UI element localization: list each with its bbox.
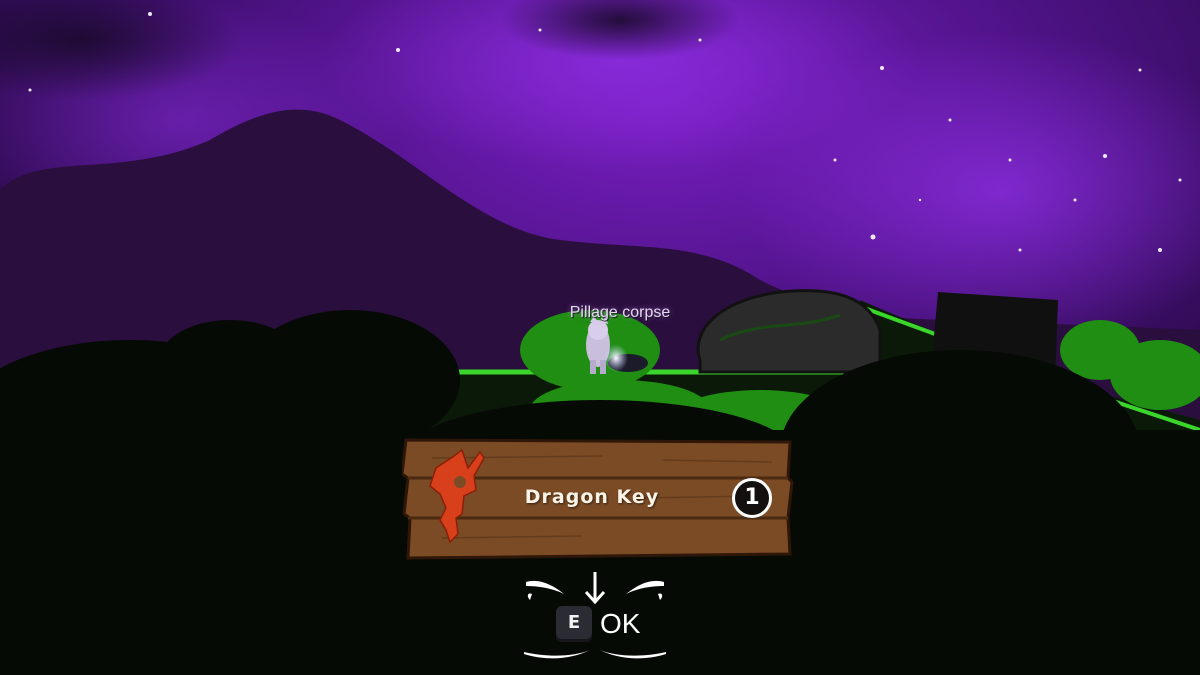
confirm-button[interactable]: E OK (520, 572, 670, 666)
item-quantity-badge: 1 (732, 478, 772, 518)
ornament-frame (524, 572, 666, 659)
key-e-icon: E (556, 606, 592, 642)
interaction-prompt: Pillage corpse (569, 304, 671, 321)
item-name: Dragon Key (524, 486, 660, 508)
loot-item-panel: Dragon Key 1 (402, 438, 794, 560)
game-scene: Pillage corpse Dragon Key 1 E OK (0, 0, 1200, 675)
ok-label: OK (600, 608, 641, 639)
arrow-down-icon (584, 572, 606, 605)
